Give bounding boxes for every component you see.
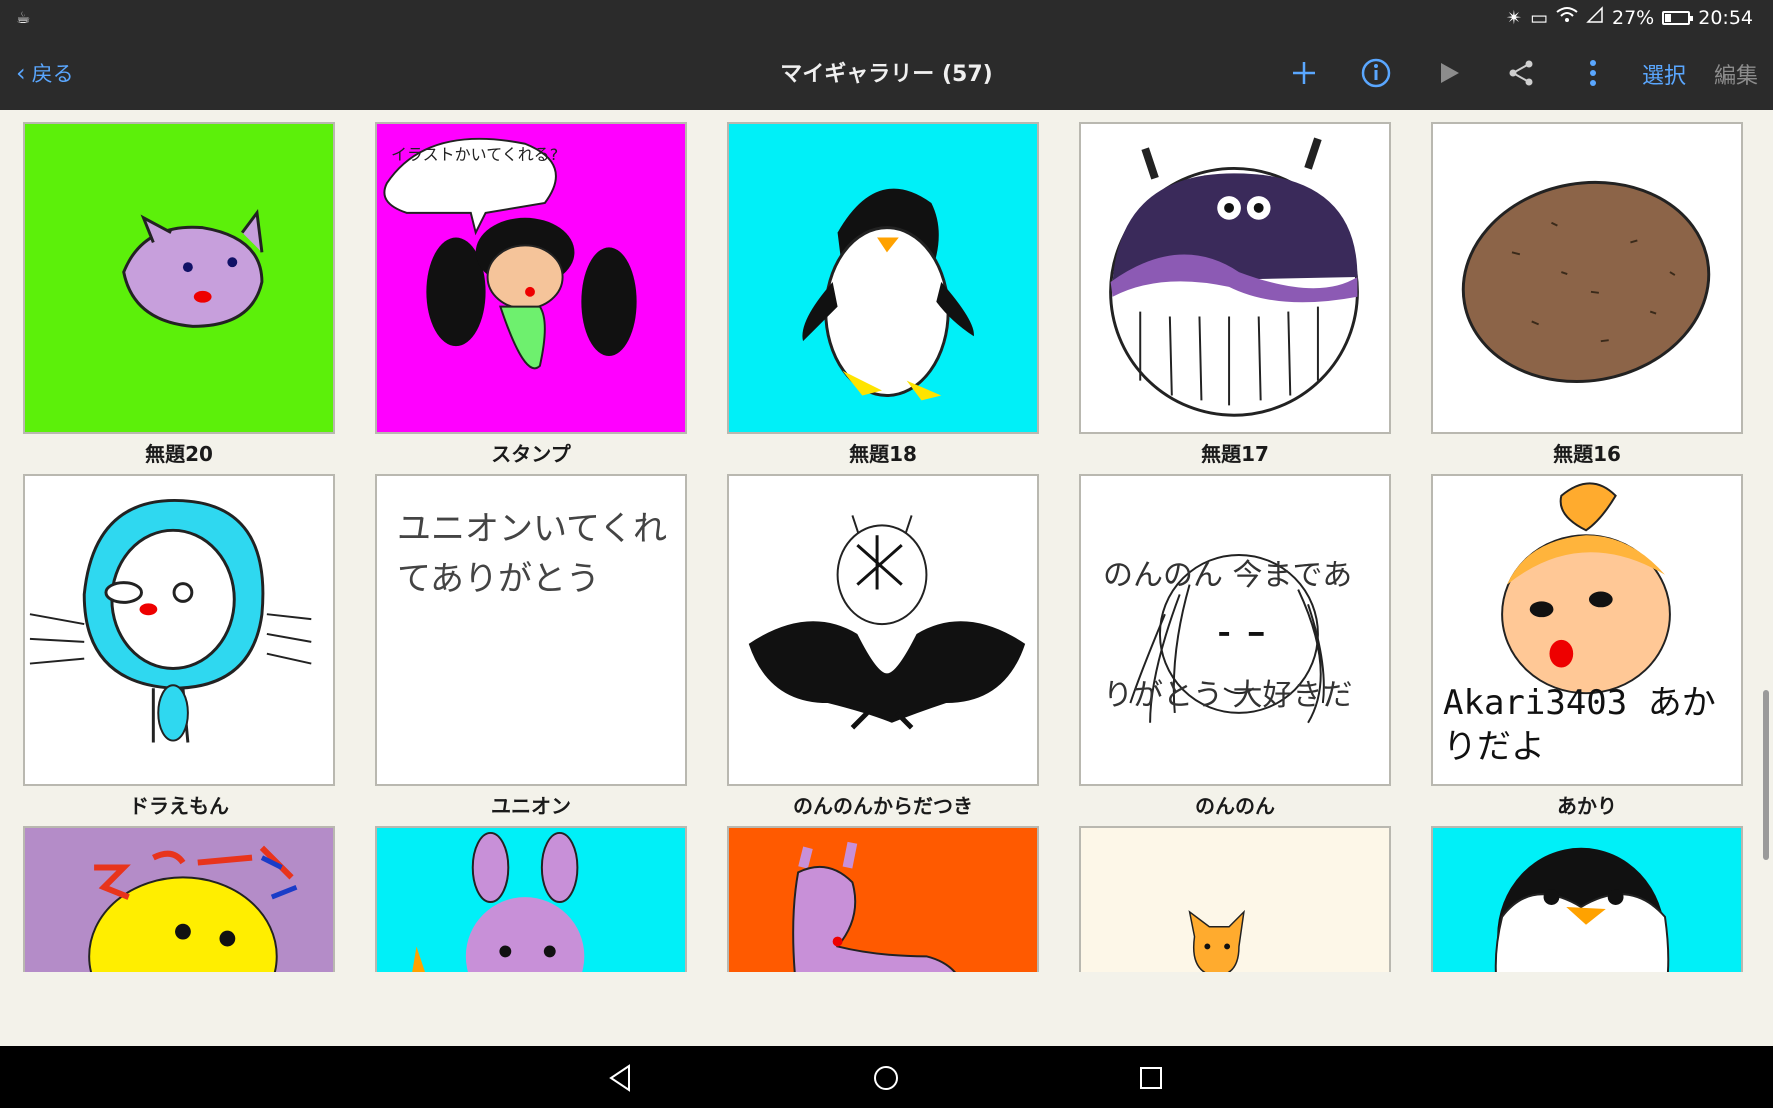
tile-caption: ユニオン bbox=[491, 794, 571, 818]
info-icon bbox=[1361, 58, 1391, 88]
thumbnail bbox=[727, 474, 1039, 786]
gallery-tile[interactable]: のんのん 今までありがとう 大好きだよ のんのん bbox=[1079, 474, 1391, 819]
deer-drawing bbox=[792, 841, 956, 972]
wifi-icon bbox=[1556, 6, 1578, 29]
nonnon-body-drawing bbox=[748, 515, 1026, 730]
thumbnail: のんのん 今までありがとう 大好きだよ bbox=[1079, 474, 1391, 786]
add-button[interactable] bbox=[1285, 54, 1323, 92]
gallery-tile[interactable] bbox=[1079, 826, 1391, 972]
gallery-tile[interactable]: Akari3403 あかりだよ あかり bbox=[1431, 474, 1743, 819]
gallery-tile[interactable] bbox=[727, 826, 1039, 972]
thumbnail: ユニオンいてくれてありがとう bbox=[375, 474, 687, 786]
thumbnail bbox=[23, 474, 335, 786]
orange-cat-drawing bbox=[1188, 909, 1245, 972]
tile-caption: のんのんからだつき bbox=[793, 794, 973, 818]
yellow-character-drawing bbox=[88, 845, 298, 972]
top-toolbar: ‹ 戻る マイギャラリー (57) 選択 編集 bbox=[0, 36, 1773, 110]
gallery-tile[interactable]: 無題18 bbox=[727, 122, 1039, 467]
thumbnail bbox=[1079, 122, 1391, 434]
clock: 20:54 bbox=[1698, 6, 1753, 29]
thumbnail bbox=[727, 826, 1039, 972]
tile-caption: のんのん bbox=[1195, 794, 1275, 818]
gallery-tile[interactable] bbox=[1431, 826, 1743, 972]
girl-drawing bbox=[383, 137, 637, 370]
chevron-left-icon: ‹ bbox=[16, 59, 26, 87]
square-recents-icon bbox=[1140, 1067, 1162, 1089]
penguin-drawing bbox=[802, 188, 974, 401]
handwritten-message: Akari3403 あかりだよ bbox=[1443, 683, 1716, 767]
tile-caption: ドラえもん bbox=[129, 794, 229, 818]
info-button[interactable] bbox=[1357, 54, 1395, 92]
nav-recents-button[interactable] bbox=[1135, 1062, 1167, 1094]
play-icon bbox=[1441, 63, 1459, 83]
signal-icon bbox=[1586, 6, 1604, 29]
handwritten-message: ユニオンいてくれてありがとう bbox=[397, 509, 667, 599]
plus-icon bbox=[1293, 62, 1315, 84]
baikinman-drawing bbox=[1109, 137, 1359, 417]
share-button[interactable] bbox=[1502, 54, 1540, 92]
thumbnail bbox=[23, 826, 335, 972]
doraemon-drawing bbox=[29, 499, 312, 743]
gallery-tile[interactable]: のんのんからだつき bbox=[727, 474, 1039, 819]
circle-home-icon bbox=[874, 1066, 898, 1090]
tile-caption: 無題16 bbox=[1553, 442, 1621, 466]
kiwi-drawing bbox=[1461, 180, 1711, 383]
tile-caption: 無題20 bbox=[145, 442, 213, 466]
thumbnail: イラストかいてくれる? bbox=[375, 122, 687, 434]
bluetooth-icon: ✴ bbox=[1506, 6, 1523, 29]
system-nav-bar bbox=[0, 1046, 1773, 1108]
rabbit-drawing bbox=[412, 831, 585, 972]
tile-caption: 無題18 bbox=[849, 442, 917, 466]
thumbnail bbox=[1431, 826, 1743, 972]
tile-caption: あかり bbox=[1557, 794, 1617, 818]
nav-back-button[interactable] bbox=[605, 1062, 637, 1094]
battery-percent: 27% bbox=[1612, 6, 1655, 29]
thumbnail bbox=[375, 826, 687, 972]
share-icon bbox=[1509, 60, 1533, 86]
thumbnail bbox=[23, 122, 335, 434]
gallery-grid: 無題20 イラストかいてくれる? スタンプ 無題18 無題17 無題16 ドラえ… bbox=[0, 110, 1773, 972]
gallery-tile[interactable]: 無題17 bbox=[1079, 122, 1391, 467]
gallery-tile[interactable]: 無題16 bbox=[1431, 122, 1743, 467]
back-button[interactable]: ‹ 戻る bbox=[16, 56, 74, 90]
play-button[interactable] bbox=[1430, 54, 1468, 92]
triangle-back-icon bbox=[609, 1064, 630, 1092]
more-vertical-icon bbox=[1590, 60, 1596, 86]
gallery-tile[interactable]: ユニオンいてくれてありがとう ユニオン bbox=[375, 474, 687, 819]
status-icons: ✴ ▭ 27% 20:54 bbox=[1506, 6, 1753, 29]
back-label: 戻る bbox=[31, 62, 74, 86]
gallery-tile[interactable]: ドラえもん bbox=[23, 474, 335, 819]
vibrate-icon: ▭ bbox=[1530, 6, 1548, 29]
status-bar: ☕ ✴ ▭ 27% 20:54 bbox=[0, 0, 1773, 36]
thumbnail bbox=[1431, 122, 1743, 434]
thumbnail bbox=[1079, 826, 1391, 972]
battery-icon bbox=[1662, 10, 1694, 25]
select-button[interactable]: 選択 bbox=[1642, 58, 1686, 90]
nav-home-button[interactable] bbox=[870, 1062, 902, 1094]
gallery-tile[interactable] bbox=[23, 826, 335, 972]
gallery-tile[interactable]: イラストかいてくれる? スタンプ bbox=[375, 122, 687, 467]
scrollbar[interactable] bbox=[1763, 690, 1769, 860]
more-options-button[interactable] bbox=[1574, 54, 1612, 92]
coffee-icon: ☕ bbox=[16, 8, 31, 27]
edit-button[interactable]: 編集 bbox=[1714, 58, 1758, 90]
thumbnail bbox=[727, 122, 1039, 434]
gallery-tile[interactable]: 無題20 bbox=[23, 122, 335, 467]
thumbnail: Akari3403 あかりだよ bbox=[1431, 474, 1743, 786]
cat-drawing bbox=[122, 209, 264, 328]
gallery-tile[interactable] bbox=[375, 826, 687, 972]
penguin-face-drawing bbox=[1494, 847, 1670, 972]
tile-caption: スタンプ bbox=[491, 442, 571, 466]
handwritten-message: のんのん 今までありがとう 大好きだよ bbox=[1103, 558, 1353, 713]
speech-bubble-text: イラストかいてくれる? bbox=[391, 145, 559, 164]
tile-caption: 無題17 bbox=[1201, 442, 1269, 466]
